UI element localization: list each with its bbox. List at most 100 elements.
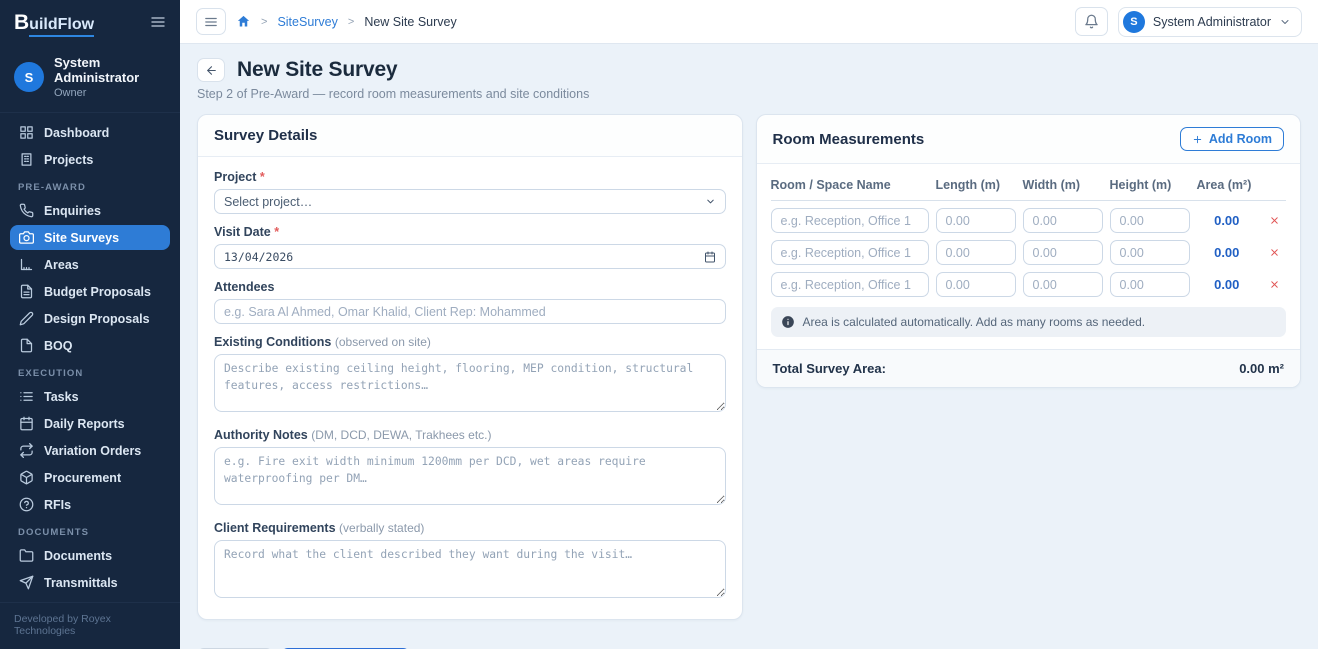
sidebar-item-site-surveys[interactable]: Site Surveys — [10, 225, 170, 250]
send-icon — [19, 575, 34, 590]
add-room-button[interactable]: Add Room — [1180, 127, 1284, 151]
room-name-input[interactable] — [771, 240, 929, 265]
col-room-name: Room / Space Name — [771, 178, 929, 192]
sidebar-user-role: Owner — [54, 87, 166, 99]
sidebar-section-pre-award: Pre-Award — [18, 182, 162, 193]
room-width-input[interactable] — [1023, 272, 1103, 297]
hamburger-icon — [204, 15, 218, 29]
sidebar-item-projects[interactable]: Projects — [10, 147, 170, 172]
sidebar-item-label: Dashboard — [44, 126, 109, 140]
visit-date-field: Visit Date * 13/04/2026 — [214, 225, 726, 269]
client-requirements-hint: (verbally stated) — [339, 521, 424, 535]
delete-row-button[interactable] — [1264, 243, 1284, 263]
sidebar-item-tasks[interactable]: Tasks — [10, 384, 170, 409]
col-width: Width (m) — [1023, 178, 1103, 192]
calendar-icon[interactable] — [704, 251, 716, 263]
folder-icon — [19, 548, 34, 563]
authority-notes-label: Authority Notes (DM, DCD, DEWA, Trakhees… — [214, 428, 726, 442]
camera-icon — [19, 230, 34, 245]
room-row: 0.00 — [771, 240, 1287, 265]
sidebar-item-daily-reports[interactable]: Daily Reports — [10, 411, 170, 436]
project-select[interactable]: Select project… — [214, 189, 726, 214]
delete-row-button[interactable] — [1264, 275, 1284, 295]
repeat-arrows-icon — [19, 443, 34, 458]
sidebar-item-design-proposals[interactable]: Design Proposals — [10, 306, 170, 331]
user-menu-name: System Administrator — [1153, 15, 1271, 29]
user-menu-button[interactable]: S System Administrator — [1118, 7, 1302, 37]
client-requirements-field: Client Requirements (verbally stated) — [214, 521, 726, 603]
client-requirements-textarea[interactable] — [214, 540, 726, 598]
sidebar-item-label: RFIs — [44, 498, 71, 512]
home-icon[interactable] — [236, 14, 251, 29]
required-asterisk: * — [260, 170, 265, 184]
room-width-input[interactable] — [1023, 208, 1103, 233]
sidebar-item-label: Areas — [44, 258, 79, 272]
total-area-value: 0.00 m² — [1239, 361, 1284, 376]
visit-date-input[interactable]: 13/04/2026 — [214, 244, 726, 269]
attendees-input[interactable] — [214, 299, 726, 324]
col-height: Height (m) — [1110, 178, 1190, 192]
room-table: Room / Space Name Length (m) Width (m) H… — [757, 164, 1301, 337]
sidebar-item-label: Variation Orders — [44, 444, 141, 458]
sidebar-item-enquiries[interactable]: Enquiries — [10, 198, 170, 223]
sidebar-item-dashboard[interactable]: Dashboard — [10, 120, 170, 145]
room-length-input[interactable] — [936, 272, 1016, 297]
sidebar-item-label: Design Proposals — [44, 312, 150, 326]
sidebar-item-budget-proposals[interactable]: Budget Proposals — [10, 279, 170, 304]
total-area-label: Total Survey Area: — [773, 361, 886, 376]
room-total-footer: Total Survey Area: 0.00 m² — [757, 349, 1301, 387]
notifications-button[interactable] — [1075, 7, 1108, 36]
app-logo: BuildFlow — [14, 12, 94, 33]
sidebar-item-label: Daily Reports — [44, 417, 125, 431]
existing-conditions-textarea[interactable] — [214, 354, 726, 412]
sidebar-user-meta: System Administrator Owner — [54, 55, 166, 99]
help-circle-icon — [19, 497, 34, 512]
sidebar-section-execution: Execution — [18, 368, 162, 379]
sidebar-item-label: Site Surveys — [44, 231, 119, 245]
delete-row-button[interactable] — [1264, 211, 1284, 231]
authority-notes-field: Authority Notes (DM, DCD, DEWA, Trakhees… — [214, 428, 726, 510]
survey-details-header: Survey Details — [198, 115, 742, 157]
survey-details-title: Survey Details — [214, 127, 317, 144]
room-area-value: 0.00 — [1197, 277, 1258, 292]
room-height-input[interactable] — [1110, 208, 1190, 233]
attendees-field: Attendees — [214, 280, 726, 324]
sidebar-item-boq[interactable]: BOQ — [10, 333, 170, 358]
breadcrumb-sitesurvey-link[interactable]: SiteSurvey — [277, 15, 337, 29]
project-select-value: Select project… — [224, 195, 312, 209]
room-table-header: Room / Space Name Length (m) Width (m) H… — [771, 174, 1287, 201]
project-field: Project * Select project… — [214, 170, 726, 214]
sidebar-item-areas[interactable]: Areas — [10, 252, 170, 277]
topbar: > SiteSurvey > New Site Survey S System … — [180, 0, 1318, 44]
authority-notes-hint: (DM, DCD, DEWA, Trakhees etc.) — [311, 428, 491, 442]
room-name-input[interactable] — [771, 272, 929, 297]
main-area: > SiteSurvey > New Site Survey S System … — [180, 0, 1318, 649]
sidebar-item-transmittals[interactable]: Transmittals — [10, 570, 170, 595]
room-row: 0.00 — [771, 272, 1287, 297]
sidebar-item-documents[interactable]: Documents — [10, 543, 170, 568]
sidebar-collapse-icon[interactable] — [150, 14, 166, 30]
room-name-input[interactable] — [771, 208, 929, 233]
room-length-input[interactable] — [936, 240, 1016, 265]
grid-icon — [19, 125, 34, 140]
sidebar-item-variation-orders[interactable]: Variation Orders — [10, 438, 170, 463]
sidebar-item-label: Enquiries — [44, 204, 101, 218]
required-asterisk: * — [274, 225, 279, 239]
room-width-input[interactable] — [1023, 240, 1103, 265]
room-height-input[interactable] — [1110, 240, 1190, 265]
authority-notes-textarea[interactable] — [214, 447, 726, 505]
breadcrumb-current: New Site Survey — [364, 15, 456, 29]
sidebar-user-name: System Administrator — [54, 55, 166, 85]
room-length-input[interactable] — [936, 208, 1016, 233]
survey-details-body: Project * Select project… Visit Date * 1… — [198, 157, 742, 619]
x-icon — [1269, 215, 1280, 226]
room-area-value: 0.00 — [1197, 245, 1258, 260]
back-button[interactable] — [197, 58, 225, 82]
sidebar-user-card[interactable]: S System Administrator Owner — [0, 44, 180, 113]
attendees-label: Attendees — [214, 280, 726, 294]
sidebar-item-procurement[interactable]: Procurement — [10, 465, 170, 490]
sidebar-item-rfis[interactable]: RFIs — [10, 492, 170, 517]
menu-toggle-button[interactable] — [196, 8, 226, 35]
room-height-input[interactable] — [1110, 272, 1190, 297]
avatar: S — [14, 62, 44, 92]
